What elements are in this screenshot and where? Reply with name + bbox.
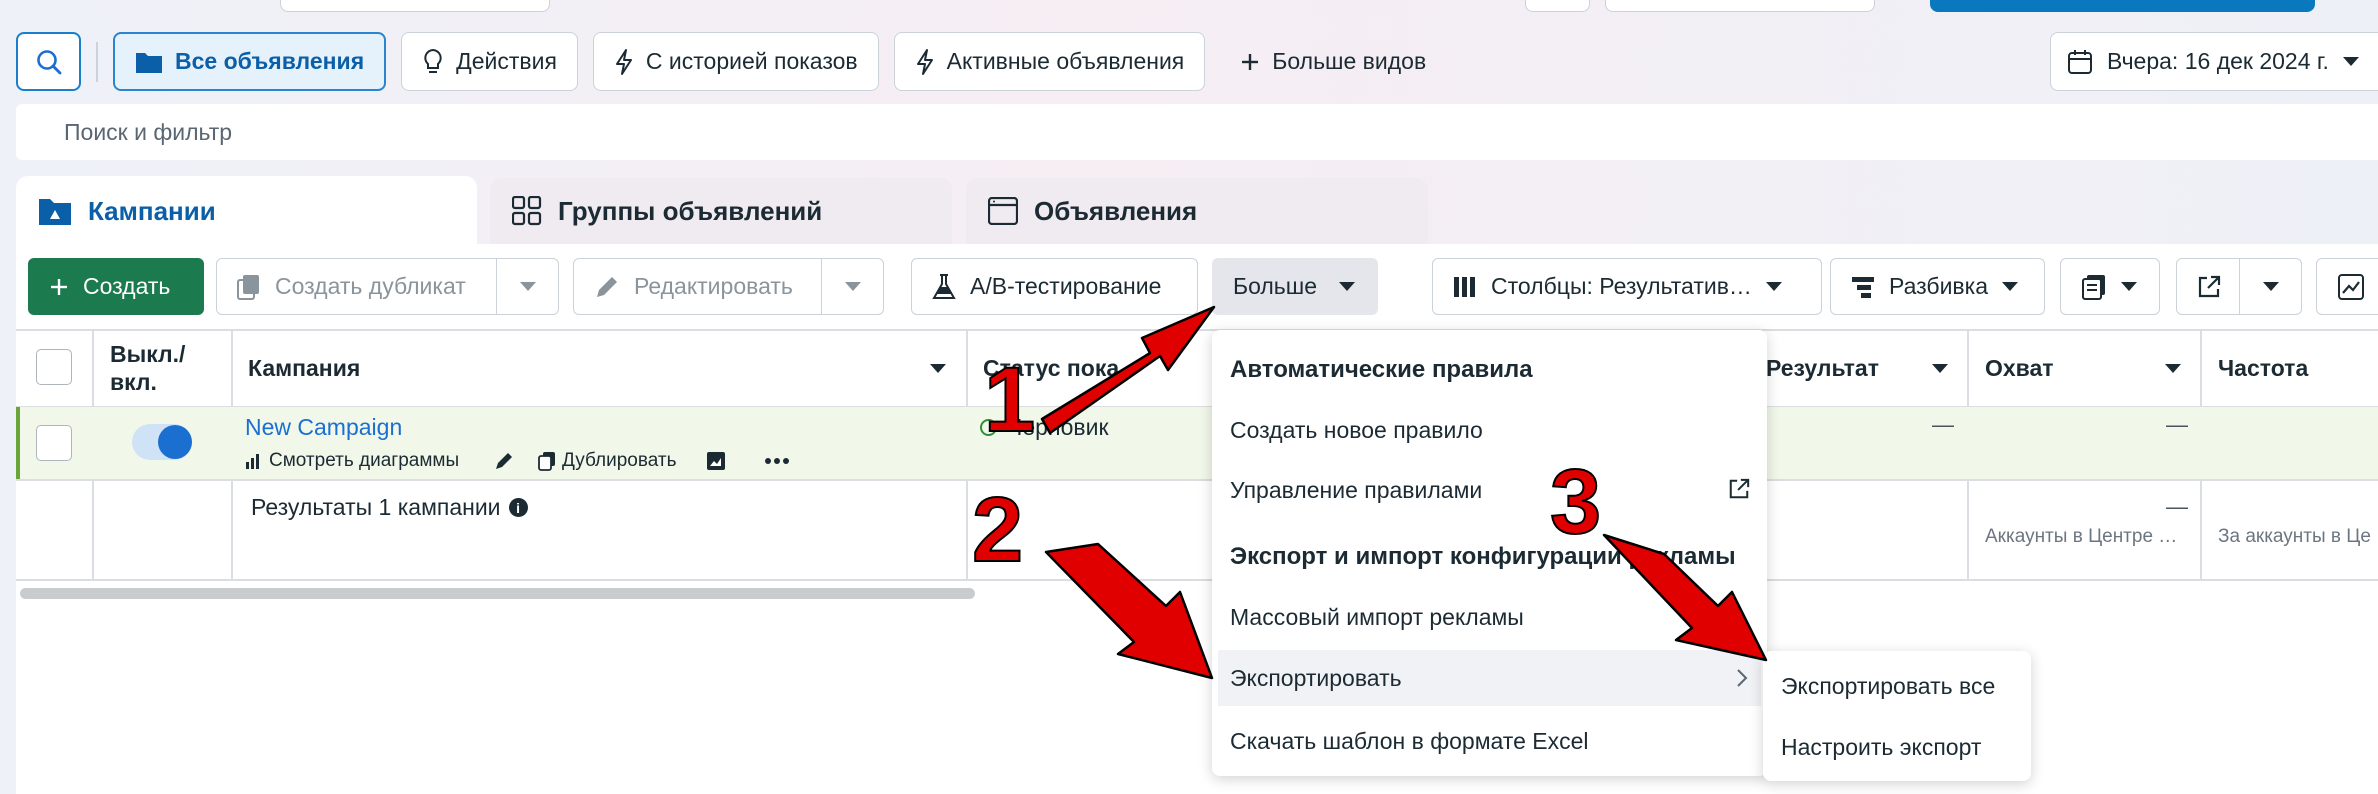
annotation-number-1: 1 [983, 348, 1036, 452]
annotation-number-3: 3 [1549, 450, 1602, 554]
annotation-arrows [1040, 305, 1768, 680]
arrow-1-icon [1040, 305, 1216, 435]
annotation-number-2: 2 [971, 478, 1024, 582]
arrow-2-icon [1044, 542, 1214, 680]
arrow-3-icon [1602, 533, 1768, 662]
